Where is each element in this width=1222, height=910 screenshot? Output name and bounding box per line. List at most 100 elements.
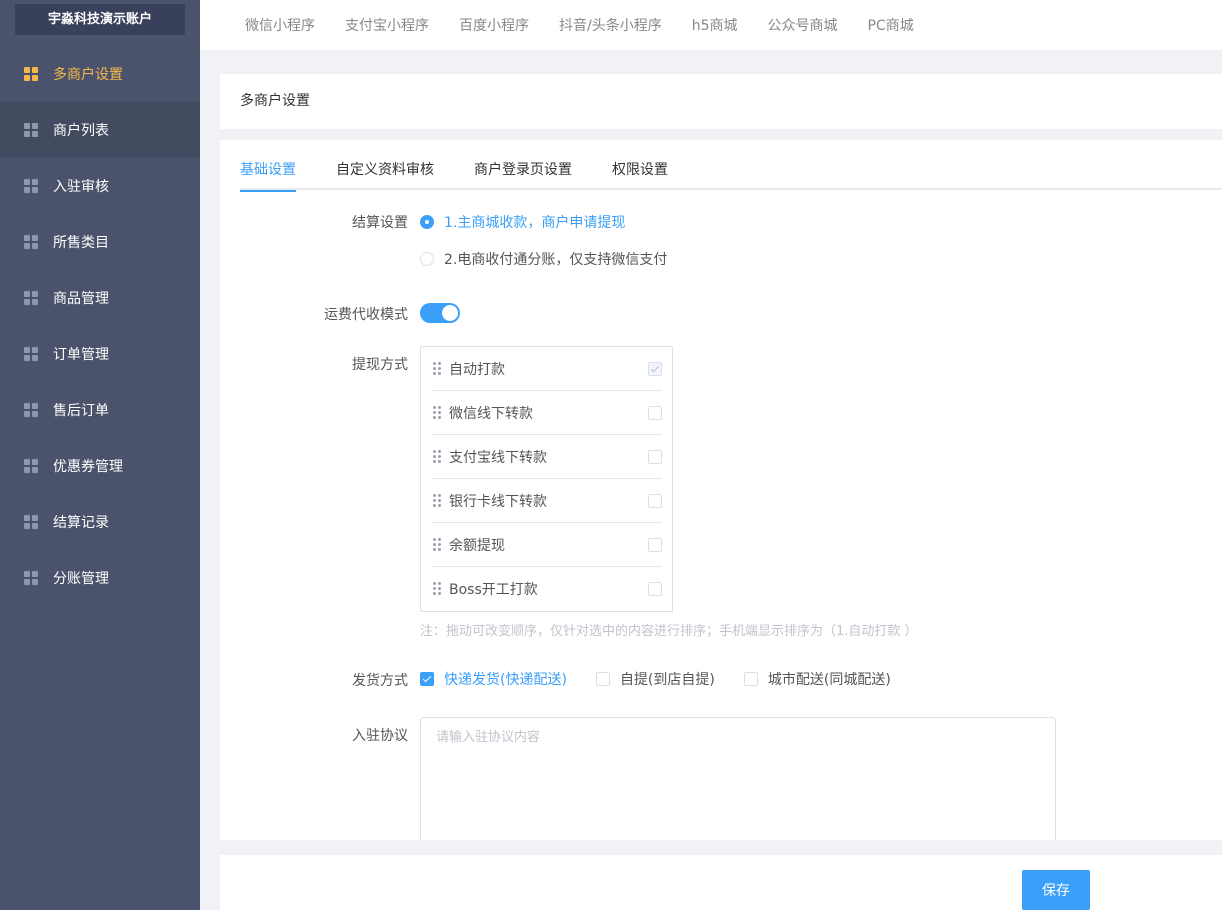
grid-icon [24,179,38,193]
sidebar-item-label: 多商户设置 [53,67,123,83]
tab-pc-mall[interactable]: PC商城 [868,15,914,35]
withdraw-item-label: 自动打款 [449,361,505,378]
drag-handle-icon[interactable] [433,493,441,508]
withdraw-note: 注：拖动可改变顺序，仅针对选中的内容进行排序；手机端显示排序为（1.自动打款 ） [420,624,918,639]
sidebar-item-coupons[interactable]: 优惠券管理 [0,438,200,494]
shipping-option-pickup[interactable]: 自提(到店自提) [595,669,715,689]
sidebar-item-label: 所售类目 [53,235,109,251]
radio-unchecked[interactable] [420,252,434,266]
sidebar-item-label: 结算记录 [53,515,109,531]
sidebar-item-split-accounts[interactable]: 分账管理 [0,550,200,606]
tab-custom-review[interactable]: 自定义资料审核 [336,140,434,190]
grid-icon [24,403,38,417]
settings-card: 基础设置 自定义资料审核 商户登录页设置 权限设置 结算设置 1.主商城收款，商… [220,140,1222,840]
withdraw-item-label: 银行卡线下转款 [449,493,547,510]
drag-handle-icon[interactable] [433,537,441,552]
tab-wechat-miniprogram[interactable]: 微信小程序 [245,15,315,35]
sidebar-item-label: 订单管理 [53,347,109,363]
tab-baidu-miniprogram[interactable]: 百度小程序 [459,15,529,35]
sidebar: 宇淼科技演示账户 多商户设置 商户列表 入驻审核 所售类目 商品管理 订单管理 … [0,0,200,910]
footer-bar: 保存 [220,855,1222,910]
shipping-option-express[interactable]: 快递发货(快递配送) [420,669,567,689]
checkbox[interactable] [648,405,662,420]
sidebar-item-products[interactable]: 商品管理 [0,270,200,326]
grid-icon [24,347,38,361]
sidebar-item-entry-review[interactable]: 入驻审核 [0,158,200,214]
grid-icon [24,123,38,137]
shipping-label: 发货方式 [352,673,408,689]
checkbox[interactable] [648,582,662,596]
freight-toggle[interactable] [420,303,460,323]
drag-handle-icon[interactable] [433,449,441,464]
grid-icon [24,235,38,249]
tab-login-page[interactable]: 商户登录页设置 [474,140,572,190]
shipping-option-label: 自提(到店自提) [619,672,715,688]
grid-icon [24,515,38,529]
tab-official-account-mall[interactable]: 公众号商城 [768,15,838,35]
settlement-option-label: 2.电商收付通分账，仅支持微信支付 [444,252,668,268]
checkbox[interactable] [743,672,758,686]
withdraw-item-label: Boss开工打款 [449,582,538,598]
settlement-option-2[interactable]: 2.电商收付通分账，仅支持微信支付 [420,249,667,269]
checkbox-checked[interactable] [420,672,434,686]
account-name[interactable]: 宇淼科技演示账户 [15,4,185,35]
grid-icon [24,67,38,81]
grid-icon [24,291,38,305]
tab-h5-mall[interactable]: h5商城 [692,15,738,35]
settlement-option-label: 1.主商城收款，商户申请提现 [444,215,626,231]
tab-alipay-miniprogram[interactable]: 支付宝小程序 [345,15,429,35]
checkbox[interactable] [595,672,610,686]
sidebar-item-categories[interactable]: 所售类目 [0,214,200,270]
checkbox[interactable] [648,537,662,552]
shipping-option-label: 快递发货(快递配送) [444,672,567,688]
drag-handle-icon[interactable] [433,405,441,420]
withdraw-label: 提现方式 [352,357,408,373]
sidebar-item-label: 商户列表 [53,123,109,139]
withdraw-item-bank[interactable]: 银行卡线下转款 [431,479,662,523]
withdraw-item-auto[interactable]: 自动打款 [431,347,662,391]
sidebar-item-label: 分账管理 [53,571,109,587]
drag-handle-icon[interactable] [433,361,441,376]
drag-handle-icon[interactable] [433,582,441,596]
sidebar-item-label: 入驻审核 [53,179,109,195]
withdraw-item-boss[interactable]: Boss开工打款 [431,567,662,611]
save-button[interactable]: 保存 [1022,870,1090,910]
settings-tabs: 基础设置 自定义资料审核 商户登录页设置 权限设置 [240,140,1222,192]
withdraw-item-label: 余额提现 [449,537,505,554]
shipping-option-city[interactable]: 城市配送(同城配送) [743,669,891,689]
sidebar-item-label: 商品管理 [53,291,109,307]
withdraw-item-label: 支付宝线下转款 [449,449,547,466]
settlement-label: 结算设置 [352,215,408,231]
sidebar-item-merchant-list[interactable]: 商户列表 [0,102,200,158]
shipping-options: 快递发货(快递配送) 自提(到店自提) 城市配送(同城配送) [420,669,920,689]
platform-tabs: 微信小程序 支付宝小程序 百度小程序 抖音/头条小程序 h5商城 公众号商城 P… [200,0,1222,50]
settlement-option-1[interactable]: 1.主商城收款，商户申请提现 [420,212,625,232]
checkbox[interactable] [648,493,662,508]
sidebar-item-settlement-records[interactable]: 结算记录 [0,494,200,550]
tab-permissions[interactable]: 权限设置 [612,140,668,190]
grid-icon [24,571,38,585]
toggle-knob [442,305,458,321]
radio-checked[interactable] [420,215,434,229]
tab-basic-settings[interactable]: 基础设置 [240,140,296,192]
agreement-label: 入驻协议 [352,728,408,744]
withdraw-item-balance[interactable]: 余额提现 [431,523,662,567]
sidebar-item-after-sales[interactable]: 售后订单 [0,382,200,438]
sidebar-item-orders[interactable]: 订单管理 [0,326,200,382]
withdraw-item-wechat[interactable]: 微信线下转款 [431,391,662,435]
sidebar-item-label: 售后订单 [53,403,109,419]
tab-douyin-miniprogram[interactable]: 抖音/头条小程序 [559,15,662,35]
withdraw-item-label: 微信线下转款 [449,405,533,422]
sidebar-item-label: 优惠券管理 [53,459,123,475]
freight-label: 运费代收模式 [324,307,408,323]
checkbox[interactable] [648,449,662,464]
sidebar-nav: 多商户设置 商户列表 入驻审核 所售类目 商品管理 订单管理 售后订单 优惠券管… [0,46,200,606]
withdraw-item-alipay[interactable]: 支付宝线下转款 [431,435,662,479]
sidebar-item-multi-merchant-settings[interactable]: 多商户设置 [0,46,200,102]
top-bar: 微信小程序 支付宝小程序 百度小程序 抖音/头条小程序 h5商城 公众号商城 P… [200,0,1222,50]
shipping-option-label: 城市配送(同城配送) [767,672,891,688]
page-title: 多商户设置 [220,74,1222,129]
checkbox[interactable] [648,361,662,376]
agreement-textarea[interactable] [420,717,1056,840]
withdraw-list: 自动打款 微信线下转款 支付宝线下转款 银行卡线下转款 余额提现 Boss开工打… [420,346,673,612]
